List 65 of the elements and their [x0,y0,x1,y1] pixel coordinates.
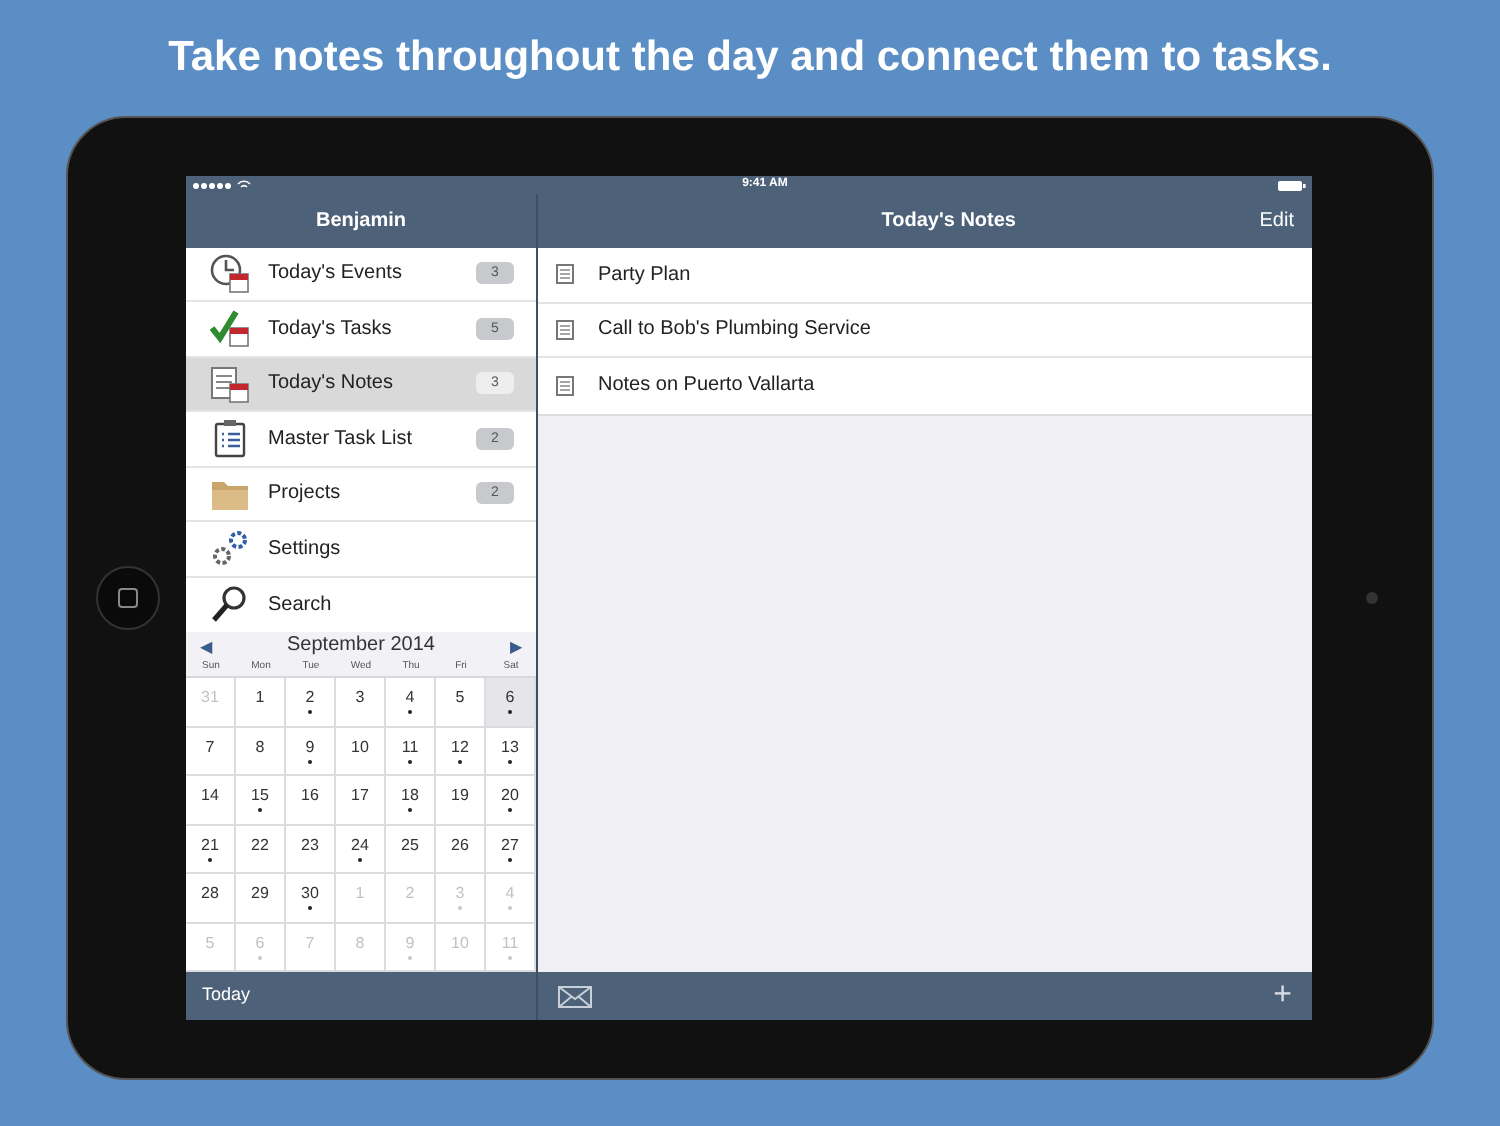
calendar-day[interactable]: 26 [436,825,486,875]
calendar-day[interactable]: 30 [286,874,336,924]
calendar-day[interactable]: 24 [336,825,386,875]
sidebar-item-label: Projects [268,480,343,509]
calendar-day[interactable]: 8 [236,727,286,777]
edit-button[interactable]: Edit [1259,206,1294,236]
battery-icon [1277,179,1306,191]
calendar-day[interactable]: 23 [286,825,336,875]
headline: Take notes throughout the day and connect them to tasks. [168,32,1332,84]
next-month-button[interactable]: ▶ [509,638,522,659]
main-title: Today's Notes [879,208,1018,236]
calendar-day[interactable]: 5 [436,678,486,728]
sidebar-item-label: Settings [268,535,343,564]
sidebar-item-label: Today's Notes [268,370,395,399]
document-icon [556,264,574,285]
previous-month-button[interactable]: ◀ [200,638,212,659]
home-button[interactable] [95,566,159,630]
mail-icon[interactable] [558,985,592,1007]
calendar-day[interactable]: 19 [436,776,486,826]
calendar-day[interactable]: 6 [486,678,536,728]
document-icon [556,375,574,396]
sidebar-title: Benjamin [315,207,406,236]
calendar-day[interactable]: 17 [336,776,386,826]
calendar-day[interactable]: 20 [486,776,536,826]
sidebar-item-label: Today's Tasks [268,315,394,344]
gears-icon [210,528,250,569]
calendar-day[interactable]: 21 [186,825,236,875]
calendar-day[interactable]: 7 [186,727,236,777]
calendar-day[interactable]: 28 [186,874,236,924]
calendar-day[interactable]: 22 [236,825,286,875]
calendar-day[interactable]: 4 [386,678,436,728]
checkmark-calendar-icon [210,308,250,349]
sidebar-item-label: Search [268,591,334,620]
signal-wifi-icon [192,179,252,191]
notes-calendar-icon [210,363,250,404]
calendar-day[interactable]: 29 [236,874,286,924]
calendar-day[interactable]: 3 [336,678,386,728]
clock-calendar-icon [210,253,250,294]
sidebar-item-label: Master Task List [268,425,415,454]
note-row[interactable]: Call to Bob's Plumbing Service [538,303,1312,358]
calendar-day[interactable]: 15 [236,776,286,826]
note-title: Party Plan [598,261,691,290]
calendar-month: September 2014 [287,634,435,659]
calendar-day[interactable]: 25 [386,825,436,875]
note-title: Notes on Puerto Vallarta [598,372,815,401]
note-row[interactable]: Notes on Puerto Vallarta [538,358,1312,413]
document-icon [556,319,574,340]
calendar-day[interactable]: 12 [436,727,486,777]
note-row[interactable]: Party Plan [538,248,1312,303]
today-button[interactable]: Today [202,982,251,1010]
calendar-day[interactable]: 16 [286,776,336,826]
calendar-day[interactable]: 11 [386,727,436,777]
add-button[interactable]: + [1273,980,1292,1012]
search-icon [210,584,250,625]
calendar-day[interactable]: 13 [486,727,536,777]
note-title: Call to Bob's Plumbing Service [598,316,871,345]
calendar-day[interactable]: 27 [486,825,536,875]
sidebar-item-label: Today's Events [268,260,404,289]
calendar-day[interactable]: 14 [186,776,236,826]
calendar-day[interactable]: 9 [286,727,336,777]
calendar-day[interactable]: 2 [286,678,336,728]
clipboard-icon [210,418,250,459]
calendar-day[interactable]: 1 [236,678,286,728]
calendar-day[interactable]: 10 [336,727,386,777]
calendar-day[interactable]: 18 [386,776,436,826]
